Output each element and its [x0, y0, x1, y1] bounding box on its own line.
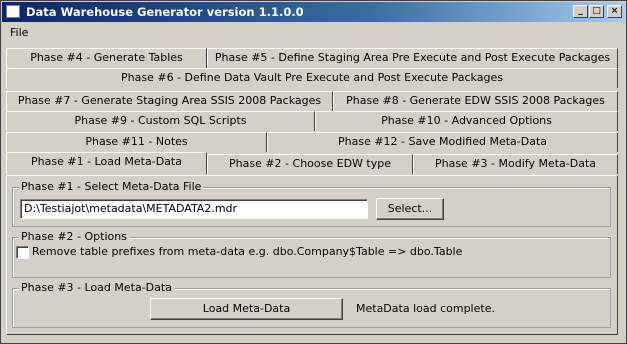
remove-prefix-checkbox[interactable] — [16, 246, 29, 259]
tab-phase-11[interactable]: Phase #11 - Notes — [6, 132, 267, 152]
tab-phase-1[interactable]: Phase #1 - Load Meta-Data — [6, 152, 207, 174]
tab-row-3: Phase #7 - Generate Staging Area SSIS 20… — [6, 91, 618, 111]
load-metadata-group: Phase #3 - Load Meta-Data Load Meta-Data… — [12, 281, 611, 328]
tab-page-phase-1: Phase #1 - Select Meta-Data File D:\Test… — [6, 175, 618, 335]
tab-phase-6[interactable]: Phase #6 - Define Data Vault Pre Execute… — [6, 68, 618, 88]
tab-phase-9[interactable]: Phase #9 - Custom SQL Scripts — [6, 111, 315, 131]
select-metadata-group-title: Phase #1 - Select Meta-Data File — [19, 180, 204, 193]
remove-prefix-label[interactable]: Remove table prefixes from meta-data e.g… — [32, 245, 462, 258]
tab-phase-2[interactable]: Phase #2 - Choose EDW type — [207, 154, 413, 174]
load-metadata-button[interactable]: Load Meta-Data — [150, 298, 343, 320]
options-group-title: Phase #2 - Options — [19, 230, 129, 243]
tab-phase-3[interactable]: Phase #3 - Modify Meta-Data — [413, 154, 618, 174]
menu-file[interactable]: File — [10, 26, 28, 39]
tab-phase-7[interactable]: Phase #7 - Generate Staging Area SSIS 20… — [6, 91, 333, 111]
minimize-button[interactable]: _ — [573, 5, 588, 18]
tab-row-1: Phase #4 - Generate Tables Phase #5 - De… — [6, 48, 618, 68]
tab-phase-8[interactable]: Phase #8 - Generate EDW SSIS 2008 Packag… — [333, 91, 618, 111]
main-window: Data Warehouse Generator version 1.1.0.0… — [0, 0, 627, 344]
tab-row-2: Phase #6 - Define Data Vault Pre Execute… — [6, 68, 618, 88]
tab-row-4: Phase #9 - Custom SQL Scripts Phase #10 … — [6, 111, 618, 131]
options-group: Phase #2 - Options Remove table prefixes… — [12, 230, 611, 278]
tab-row-6: Phase #1 - Load Meta-Data Phase #2 - Cho… — [6, 152, 618, 174]
load-status-text: MetaData load complete. — [356, 302, 495, 315]
select-file-button[interactable]: Select... — [376, 198, 444, 220]
maximize-button[interactable]: □ — [589, 5, 604, 18]
tab-phase-10[interactable]: Phase #10 - Advanced Options — [315, 111, 618, 131]
tab-phase-12[interactable]: Phase #12 - Save Modified Meta-Data — [267, 132, 618, 152]
window-title: Data Warehouse Generator version 1.1.0.0 — [26, 5, 304, 19]
close-button[interactable]: × — [607, 5, 622, 18]
title-bar[interactable]: Data Warehouse Generator version 1.1.0.0… — [2, 2, 625, 22]
menu-bar: File — [2, 23, 625, 42]
tab-phase-4[interactable]: Phase #4 - Generate Tables — [6, 48, 207, 68]
metadata-file-path-input[interactable]: D:\Testiajot\metadata\METADATA2.mdr — [20, 199, 368, 219]
load-metadata-group-title: Phase #3 - Load Meta-Data — [19, 281, 174, 294]
tab-row-5: Phase #11 - Notes Phase #12 - Save Modif… — [6, 132, 618, 152]
tab-phase-5[interactable]: Phase #5 - Define Staging Area Pre Execu… — [207, 48, 618, 68]
select-metadata-group: Phase #1 - Select Meta-Data File D:\Test… — [12, 180, 611, 227]
app-icon[interactable] — [6, 5, 20, 18]
